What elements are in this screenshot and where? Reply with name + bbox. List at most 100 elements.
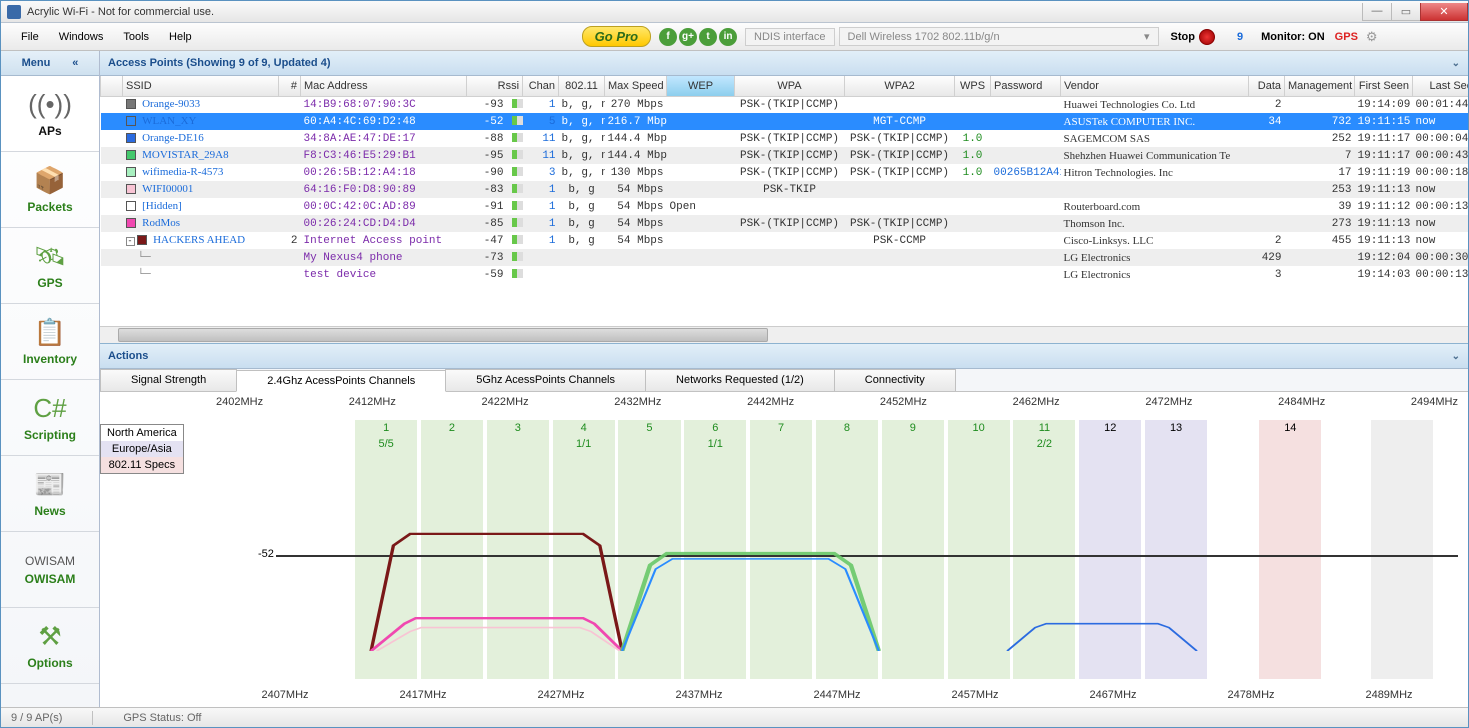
sidebar-item-inventory[interactable]: 📋Inventory — [1, 304, 99, 380]
ap-header-text: Access Points (Showing 9 of 9, Updated 4… — [108, 57, 330, 69]
col-wpa[interactable]: WPA — [735, 76, 845, 96]
col-rssi[interactable]: Rssi — [467, 76, 523, 96]
actions-title: Actions — [108, 350, 148, 362]
col-wep[interactable]: WEP — [667, 76, 735, 96]
col-ssid[interactable]: SSID — [123, 76, 279, 96]
sidebar-item-owisam[interactable]: OWISAMOWISAM — [1, 532, 99, 608]
stop-label: Stop — [1171, 31, 1195, 43]
table-row[interactable]: RodMos 00:26:24:CD:D4:D4 -85 1 b, g 54 M… — [101, 215, 1469, 232]
status-ap-count: 9 / 9 AP(s) — [11, 712, 62, 724]
sidebar-item-gps[interactable]: 🛰GPS — [1, 228, 99, 304]
col-vendor[interactable]: Vendor — [1061, 76, 1249, 96]
col-pwd[interactable]: Password — [991, 76, 1061, 96]
tab-signal-strength[interactable]: Signal Strength — [100, 369, 237, 391]
clipboard-icon: 📋 — [34, 317, 66, 348]
status-gps: GPS Status: Off — [123, 712, 201, 724]
legend-eu: Europe/Asia — [101, 441, 183, 457]
table-row[interactable]: WIFI00001 64:16:F0:D8:90:89 -83 1 b, g 5… — [101, 181, 1469, 198]
axis-tick: 2422MHz — [482, 396, 529, 410]
menu-windows[interactable]: Windows — [49, 27, 114, 47]
table-row[interactable]: Orange-9033 14:B9:68:07:90:3C -93 1 b, g… — [101, 96, 1469, 113]
chart-lines — [332, 448, 1448, 651]
stop-button[interactable]: Stop — [1171, 29, 1215, 45]
sidebar-header: Menu « — [1, 51, 99, 76]
tab-networks-requested[interactable]: Networks Requested (1/2) — [645, 369, 835, 391]
title-bar[interactable]: Acrylic Wi-Fi - Not for commercial use. … — [1, 1, 1468, 23]
collapse-icon[interactable]: ⌄ — [1452, 58, 1460, 69]
minimize-button[interactable]: — — [1362, 3, 1392, 21]
facebook-icon[interactable]: f — [659, 28, 677, 46]
axis-tick: 2472MHz — [1145, 396, 1192, 410]
axis-tick: 2489MHz — [1365, 689, 1412, 701]
axis-tick: 2432MHz — [614, 396, 661, 410]
google-plus-icon[interactable]: g+ — [679, 28, 697, 46]
col-spd[interactable]: Max Speed ▴ — [605, 76, 667, 96]
scrollbar-thumb[interactable] — [118, 328, 768, 342]
tab-5ghz-channels[interactable]: 5Ghz AcessPoints Channels — [445, 369, 646, 391]
axis-tick: 2462MHz — [1013, 396, 1060, 410]
sidebar-item-options[interactable]: ⚒Options — [1, 608, 99, 684]
table-row[interactable]: MOVISTAR_29A8 F8:C3:46:E5:29:B1 -95 11 b… — [101, 147, 1469, 164]
gear-icon[interactable]: ⚙ — [1366, 29, 1378, 45]
satellite-icon: 🛰 — [33, 241, 66, 272]
owisam-icon: OWISAM — [25, 554, 75, 568]
menu-help[interactable]: Help — [159, 27, 202, 47]
col-first-seen[interactable]: First Seen — [1355, 76, 1413, 96]
axis-tick: 2494MHz — [1411, 396, 1458, 410]
rssi-marker-left: -52 — [258, 548, 274, 560]
col-wpa2[interactable]: WPA2 — [845, 76, 955, 96]
channel-strip: 141312112/21098761/1541/13215/5 -52 -52 — [216, 420, 1458, 679]
collapse-icon[interactable]: ⌄ — [1452, 351, 1460, 362]
monitor-status[interactable]: Monitor: ON — [1261, 31, 1325, 43]
col-mac[interactable]: Mac Address — [301, 76, 467, 96]
maximize-button[interactable]: ▭ — [1391, 3, 1421, 21]
tab-24ghz-channels[interactable]: 2.4Ghz AcessPoints Channels — [236, 370, 446, 392]
ap-count: 9 — [1237, 31, 1243, 43]
col-data[interactable]: Data — [1249, 76, 1285, 96]
col-wps[interactable]: WPS — [955, 76, 991, 96]
bottom-axis: 2407MHz2417MHz2427MHz2437MHz2447MHz2457M… — [216, 689, 1458, 701]
col-last-seen[interactable]: Last Seen — [1413, 76, 1468, 96]
go-pro-button[interactable]: Go Pro — [582, 26, 651, 47]
app-icon — [7, 5, 21, 19]
table-row[interactable]: └─ test device -59 LG Electronics 3 19:1… — [101, 266, 1469, 283]
col-chan[interactable]: Chan — [523, 76, 559, 96]
channel-chart: 2402MHz2412MHz2422MHz2432MHz2442MHz2452M… — [100, 392, 1468, 707]
sidebar-item-packets[interactable]: 📦Packets — [1, 152, 99, 228]
axis-tick: 2484MHz — [1278, 396, 1325, 410]
sidebar-item-news[interactable]: 📰News — [1, 456, 99, 532]
gps-status[interactable]: GPS — [1335, 31, 1358, 43]
top-axis: 2402MHz2412MHz2422MHz2432MHz2442MHz2452M… — [216, 396, 1458, 410]
table-row[interactable]: - HACKERS AHEAD 2 Internet Access point … — [101, 232, 1469, 249]
legend-na: North America — [101, 425, 183, 441]
table-row[interactable]: └─ My Nexus4 phone -73 LG Electronics 42… — [101, 249, 1469, 266]
sidebar-item-scripting[interactable]: C#Scripting — [1, 380, 99, 456]
menu-tools[interactable]: Tools — [113, 27, 159, 47]
table-row[interactable]: [Hidden] 00:0C:42:0C:AD:89 -91 1 b, g 54… — [101, 198, 1469, 215]
twitter-icon[interactable]: t — [699, 28, 717, 46]
table-row[interactable]: Orange-DE16 34:8A:AE:47:DE:17 -88 11 b, … — [101, 130, 1469, 147]
col-mgmt[interactable]: Management — [1285, 76, 1355, 96]
close-button[interactable]: ✕ — [1420, 3, 1468, 21]
table-header[interactable]: SSID # Mac Address Rssi Chan 802.11 Max … — [101, 76, 1469, 96]
horizontal-scrollbar[interactable] — [100, 326, 1468, 343]
code-icon: C# — [33, 393, 66, 424]
table-row[interactable]: WLAN_XY 60:A4:4C:69:D2:48 -52 5 b, g, n … — [101, 113, 1469, 130]
chevron-left-icon[interactable]: « — [72, 57, 78, 69]
axis-tick: 2457MHz — [951, 689, 998, 701]
axis-tick: 2447MHz — [813, 689, 860, 701]
col-n[interactable]: # — [279, 76, 301, 96]
sidebar-item-aps[interactable]: ((•))APs — [1, 76, 99, 152]
col-std[interactable]: 802.11 — [559, 76, 605, 96]
tab-connectivity[interactable]: Connectivity — [834, 369, 956, 391]
settings-icon: ⚒ — [38, 621, 61, 652]
table-row[interactable]: wifimedia-R-4573 00:26:5B:12:A4:18 -90 3… — [101, 164, 1469, 181]
antenna-icon: ((•)) — [28, 89, 72, 120]
legend-specs: 802.11 Specs — [101, 457, 183, 473]
axis-tick: 2427MHz — [537, 689, 584, 701]
linkedin-icon[interactable]: in — [719, 28, 737, 46]
menu-file[interactable]: File — [11, 27, 49, 47]
interface-select[interactable]: Dell Wireless 1702 802.11b/g/n ▾ — [839, 27, 1159, 46]
access-points-table: SSID # Mac Address Rssi Chan 802.11 Max … — [100, 76, 1468, 344]
status-bar: 9 / 9 AP(s) GPS Status: Off — [1, 707, 1468, 727]
